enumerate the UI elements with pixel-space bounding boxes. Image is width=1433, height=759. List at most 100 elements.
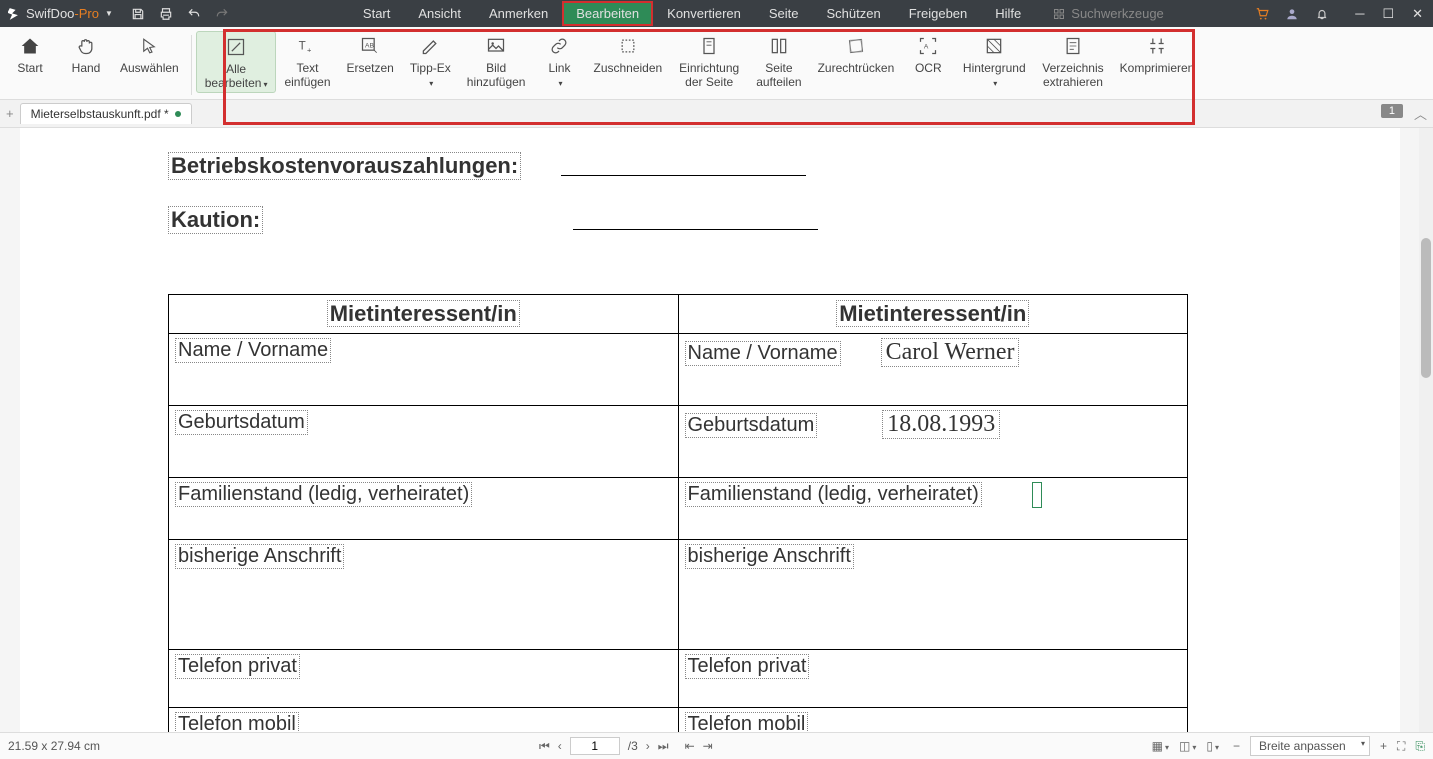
collapse-ribbon-button[interactable]: ︿ (1414, 104, 1427, 123)
tool-start[interactable]: Start (0, 31, 60, 75)
view-mode-2-icon[interactable]: ◫▾ (1179, 739, 1196, 753)
field-line[interactable] (561, 175, 806, 176)
close-button[interactable]: ✕ (1412, 6, 1423, 22)
tool-crop[interactable]: Zuschneiden (585, 31, 670, 75)
tool-background[interactable]: Hintergrund▾ (954, 31, 1034, 91)
home-icon (19, 36, 41, 56)
link-icon (549, 36, 569, 56)
hand-icon (76, 36, 96, 56)
undo-icon[interactable] (187, 7, 201, 21)
tool-extract-toc[interactable]: Verzeichnis extrahieren (1034, 31, 1111, 89)
menu-konvertieren[interactable]: Konvertieren (653, 1, 755, 26)
vertical-scrollbar[interactable] (1419, 128, 1433, 732)
tool-edit-all[interactable]: Alle bearbeiten▾ (196, 31, 277, 93)
table-header-2[interactable]: Mietinteressent/in (678, 295, 1188, 334)
app-brand[interactable]: SwifDoo-Pro ▼ (0, 6, 121, 21)
applicant-table: Mietinteressent/in Mietinteressent/in Na… (168, 294, 1188, 732)
maximize-button[interactable]: ☐ (1382, 6, 1394, 22)
minimize-button[interactable]: ─ (1355, 6, 1364, 22)
text-cursor[interactable] (1032, 482, 1042, 508)
tool-link[interactable]: Link▾ (533, 31, 585, 91)
next-view-button[interactable]: ⇥ (703, 739, 713, 753)
menu-ansicht[interactable]: Ansicht (404, 1, 475, 26)
prev-view-button[interactable]: ⇤ (685, 739, 695, 753)
reading-mode-button[interactable]: ⎘ (1415, 739, 1425, 754)
page-navigation: ⏮ ‹ /3 › ⏭ ⇤ ⇥ (539, 737, 713, 755)
ribbon-toolbar: Start Hand Auswählen Alle bearbeiten▾ T+… (0, 27, 1433, 100)
cell-phone-mob-2[interactable]: Telefon mobil (678, 708, 1188, 733)
svg-text:+: + (307, 46, 312, 55)
menu-schuetzen[interactable]: Schützen (813, 1, 895, 26)
tool-select[interactable]: Auswählen (112, 31, 187, 75)
cell-name-2[interactable]: Name / VornameCarol Werner (678, 334, 1188, 406)
document-viewport[interactable]: Betriebskostenvorauszahlungen: Kaution: … (0, 128, 1433, 732)
brand-caret-icon[interactable]: ▼ (105, 9, 113, 18)
menu-anmerken[interactable]: Anmerken (475, 1, 562, 26)
cell-phone-priv-1[interactable]: Telefon privat (169, 650, 679, 708)
tool-insert-text[interactable]: T+ Text einfügen (276, 31, 338, 89)
cell-marital-2[interactable]: Familienstand (ledig, verheiratet) (678, 478, 1188, 540)
view-mode-3-icon[interactable]: ▯▾ (1206, 739, 1219, 753)
page-total: /3 (628, 739, 638, 753)
value-name-2: Carol Werner (881, 338, 1020, 367)
tab-filename: Mieterselbstauskunft.pdf * (31, 107, 169, 121)
cell-name-1[interactable]: Name / Vorname (169, 334, 679, 406)
replace-icon: AB (360, 36, 380, 56)
user-icon[interactable] (1285, 7, 1299, 21)
cell-marital-1[interactable]: Familienstand (ledig, verheiratet) (169, 478, 679, 540)
next-page-button[interactable]: › (646, 739, 650, 753)
scrollbar-thumb[interactable] (1421, 238, 1431, 378)
new-tab-button[interactable]: + (0, 106, 20, 121)
view-mode-1-icon[interactable]: ▦▾ (1152, 739, 1169, 753)
cell-phone-mob-1[interactable]: Telefon mobil (169, 708, 679, 733)
cart-icon[interactable] (1255, 7, 1269, 21)
label-kaution[interactable]: Kaution: (168, 206, 263, 234)
first-page-button[interactable]: ⏮ (539, 739, 550, 754)
prev-page-button[interactable]: ‹ (558, 739, 562, 753)
svg-text:A: A (924, 44, 929, 51)
tool-replace[interactable]: AB Ersetzen (339, 31, 402, 75)
menu-freigeben[interactable]: Freigeben (895, 1, 982, 26)
app-name: SwifDoo-Pro (26, 6, 99, 21)
tool-add-image[interactable]: Bild hinzufügen (459, 31, 534, 89)
bell-icon[interactable] (1315, 7, 1329, 21)
redo-icon[interactable] (215, 7, 229, 21)
menu-hilfe[interactable]: Hilfe (981, 1, 1035, 26)
app-logo-icon (8, 7, 22, 21)
search-tools-label: Suchwerkzeuge (1071, 6, 1164, 21)
zoom-out-button[interactable]: − (1233, 739, 1240, 753)
save-icon[interactable] (131, 7, 145, 21)
tool-tipp-ex[interactable]: Tipp-Ex▾ (402, 31, 459, 91)
menu-bearbeiten[interactable]: Bearbeiten (562, 1, 653, 26)
cell-dob-2[interactable]: Geburtsdatum18.08.1993 (678, 406, 1188, 478)
menu-start[interactable]: Start (349, 1, 404, 26)
tool-ocr[interactable]: A OCR (902, 31, 954, 75)
label-betriebskosten[interactable]: Betriebskostenvorauszahlungen: (168, 152, 521, 180)
tool-page-setup[interactable]: Einrichtung der Seite (670, 31, 748, 89)
document-tab[interactable]: Mieterselbstauskunft.pdf * (20, 103, 192, 124)
menubar: SwifDoo-Pro ▼ Start Ansicht Anmerken Bea… (0, 0, 1433, 27)
svg-text:T: T (299, 39, 306, 52)
page-setup-icon (699, 36, 719, 56)
pdf-page[interactable]: Betriebskostenvorauszahlungen: Kaution: … (20, 128, 1400, 732)
table-header-1[interactable]: Mietinteressent/in (169, 295, 679, 334)
menu-seite[interactable]: Seite (755, 1, 813, 26)
cursor-icon (140, 36, 158, 56)
cell-phone-priv-2[interactable]: Telefon privat (678, 650, 1188, 708)
tool-deskew[interactable]: Zurechtrücken (810, 31, 903, 75)
cell-address-2[interactable]: bisherige Anschrift (678, 540, 1188, 650)
search-tools[interactable]: Suchwerkzeuge (1045, 4, 1172, 23)
cell-dob-1[interactable]: Geburtsdatum (169, 406, 679, 478)
zoom-in-button[interactable]: + (1380, 739, 1387, 753)
last-page-button[interactable]: ⏭ (658, 739, 669, 754)
tool-compress[interactable]: Komprimieren (1112, 31, 1203, 75)
fullscreen-button[interactable]: ⛶ (1397, 739, 1405, 754)
tool-hand[interactable]: Hand (60, 31, 112, 75)
zoom-select[interactable]: Breite anpassen▾ (1250, 736, 1370, 756)
tool-split-page[interactable]: Seite aufteilen (748, 31, 809, 89)
field-line[interactable] (573, 229, 818, 230)
cell-address-1[interactable]: bisherige Anschrift (169, 540, 679, 650)
print-icon[interactable] (159, 7, 173, 21)
page-number-input[interactable] (570, 737, 620, 755)
statusbar: 21.59 x 27.94 cm ⏮ ‹ /3 › ⏭ ⇤ ⇥ ▦▾ ◫▾ ▯▾… (0, 732, 1433, 759)
